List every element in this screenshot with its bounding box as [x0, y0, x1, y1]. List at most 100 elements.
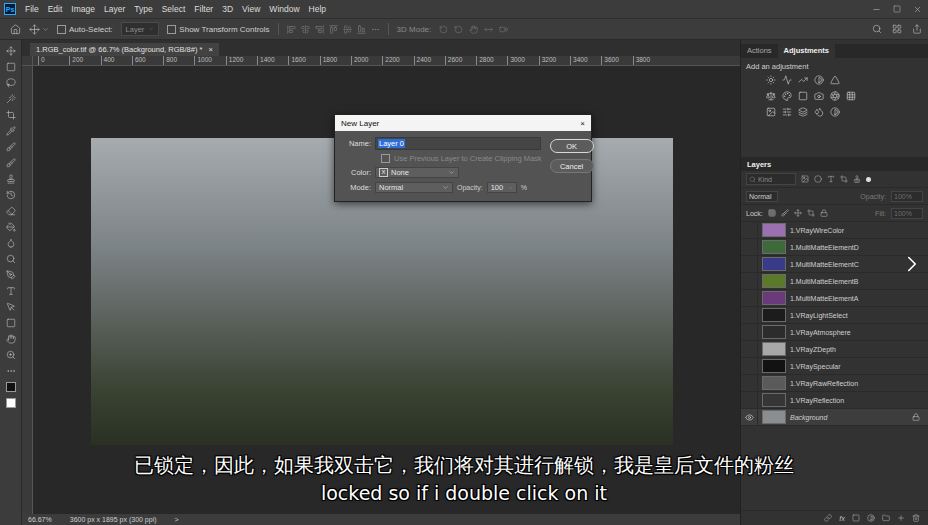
channel-mixer-icon[interactable] — [830, 91, 840, 101]
visibility-toggle[interactable] — [741, 324, 758, 340]
search-icon[interactable] — [872, 24, 882, 34]
pixel-filter-icon[interactable] — [801, 175, 809, 183]
posterize-icon[interactable] — [782, 107, 792, 117]
layer-row[interactable]: 1.VRayReflection — [741, 392, 928, 409]
lasso-icon[interactable] — [6, 78, 16, 88]
visibility-toggle[interactable] — [741, 239, 758, 255]
brush-icon[interactable] — [6, 158, 16, 168]
hand-icon[interactable] — [6, 334, 16, 344]
trash-icon[interactable] — [912, 514, 920, 522]
move-tool-icon[interactable] — [29, 24, 40, 35]
selective-color-icon[interactable] — [830, 107, 840, 117]
visibility-toggle[interactable] — [741, 341, 758, 357]
curves-icon[interactable] — [798, 75, 808, 85]
menu-item[interactable]: View — [242, 4, 260, 14]
vibrance-icon[interactable] — [830, 75, 840, 85]
layer-row[interactable]: 1.MultiMatteElementB — [741, 273, 928, 290]
layer-row[interactable]: 1.MultiMatteElementA — [741, 290, 928, 307]
align-top-icon[interactable] — [329, 25, 338, 34]
group-icon[interactable] — [882, 514, 890, 522]
pen-icon[interactable] — [6, 270, 16, 280]
layer-row[interactable]: 1.VRaySpecular — [741, 358, 928, 375]
smart-object-filter-icon[interactable] — [853, 175, 861, 183]
black-white-icon[interactable] — [798, 91, 808, 101]
layer-row[interactable]: 1.VRayAtmosphere — [741, 324, 928, 341]
blend-mode-select[interactable]: Normal — [746, 191, 778, 202]
visibility-toggle[interactable] — [741, 392, 758, 408]
brightness-icon[interactable] — [766, 75, 776, 85]
history-brush-icon[interactable] — [6, 190, 16, 200]
eraser-icon[interactable] — [6, 206, 16, 216]
orbit-icon[interactable] — [439, 25, 448, 34]
more-tools-icon[interactable] — [6, 366, 16, 376]
layer-fill[interactable]: 100% — [891, 208, 923, 219]
transform-checkbox[interactable] — [167, 25, 176, 34]
more-icon[interactable] — [371, 25, 380, 34]
document-tab[interactable]: 1.RGB_color.tif @ 66.7% (Background, RGB… — [30, 43, 219, 56]
fx-button[interactable]: fx — [839, 514, 845, 523]
app-logo[interactable]: Ps — [4, 3, 16, 15]
color-select[interactable]: XNone — [375, 167, 459, 178]
dropdown-icon[interactable] — [442, 184, 449, 191]
panel-tab[interactable]: Adjustments — [778, 44, 835, 58]
menu-item[interactable]: Filter — [194, 4, 213, 14]
menu-item[interactable]: Type — [134, 4, 152, 14]
visibility-toggle[interactable] — [741, 307, 758, 323]
filter-toggle[interactable] — [866, 177, 871, 182]
link-icon[interactable] — [824, 514, 832, 522]
healing-brush-icon[interactable] — [6, 142, 16, 152]
menu-item[interactable]: Window — [269, 4, 299, 14]
layer-row[interactable]: 1.VRayLightSelect — [741, 307, 928, 324]
lock-pixels-icon[interactable] — [781, 209, 789, 217]
gradient-map-icon[interactable] — [814, 107, 824, 117]
marquee-icon[interactable] — [6, 62, 16, 72]
dialog-button[interactable]: OK — [550, 139, 594, 153]
tool-preset-icon[interactable] — [42, 26, 49, 33]
mode-select[interactable]: Normal — [375, 182, 453, 193]
name-input[interactable]: Layer 0 — [375, 137, 541, 150]
search-icon[interactable] — [749, 176, 756, 183]
pan-3d-icon[interactable] — [469, 25, 478, 34]
dropdown-icon[interactable] — [509, 185, 512, 191]
dropdown-icon[interactable] — [448, 169, 455, 176]
shape-icon[interactable] — [6, 318, 16, 328]
menu-item[interactable]: 3D — [222, 4, 233, 14]
dialog-button[interactable]: Cancel — [550, 159, 594, 173]
visibility-toggle[interactable] — [741, 222, 758, 238]
threshold-icon[interactable] — [798, 107, 808, 117]
tab-close-button[interactable]: × — [208, 45, 212, 54]
chevron-right-icon[interactable] — [899, 251, 925, 277]
visibility-toggle[interactable] — [741, 290, 758, 306]
invert-icon[interactable] — [766, 107, 776, 117]
canvas[interactable]: New Layer×Name:Layer 0Use Previous Layer… — [33, 66, 740, 514]
panel-tab[interactable]: Actions — [741, 44, 778, 58]
visibility-toggle[interactable] — [741, 256, 758, 272]
menu-item[interactable]: Select — [162, 4, 186, 14]
scale-3d-icon[interactable] — [499, 25, 508, 34]
auto-select-checkbox[interactable] — [57, 25, 66, 34]
close-icon[interactable] — [913, 5, 922, 14]
auto-select-target[interactable]: Layer — [121, 22, 160, 36]
eye-icon[interactable] — [745, 413, 754, 422]
layer-row[interactable]: 1.MultiMatteElementC — [741, 256, 928, 273]
dodge-icon[interactable] — [6, 254, 16, 264]
path-select-icon[interactable] — [6, 302, 16, 312]
menu-item[interactable]: Help — [309, 4, 326, 14]
zoom-level[interactable]: 66.67% — [28, 516, 52, 523]
slide-icon[interactable] — [484, 25, 493, 34]
visibility-toggle[interactable] — [741, 273, 758, 289]
adjustment-layer-icon[interactable] — [867, 514, 875, 522]
minimize-icon[interactable] — [872, 5, 881, 14]
opacity-input[interactable]: 100 — [487, 182, 517, 193]
crop-icon[interactable] — [6, 110, 16, 120]
menu-item[interactable]: Layer — [104, 4, 125, 14]
lock-transparent-icon[interactable] — [768, 209, 776, 217]
layer-row[interactable]: 1.VRayZDepth — [741, 341, 928, 358]
home-icon[interactable] — [10, 24, 21, 35]
adjustment-filter-icon[interactable] — [814, 175, 822, 183]
magic-wand-icon[interactable] — [6, 94, 16, 104]
layer-row[interactable]: 1.MultiMatteElementD — [741, 239, 928, 256]
zoom-icon[interactable] — [6, 350, 16, 360]
mask-icon[interactable] — [852, 514, 860, 522]
foreground-color[interactable] — [6, 382, 16, 392]
